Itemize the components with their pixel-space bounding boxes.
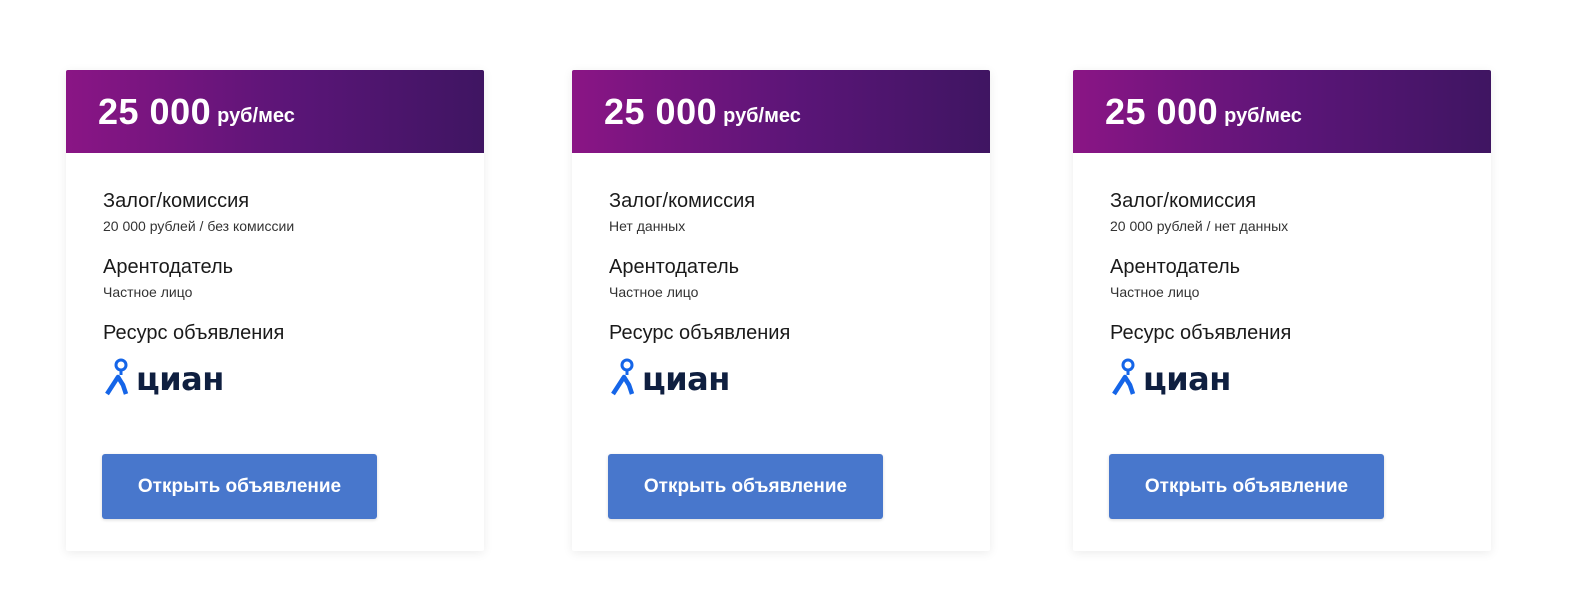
source-label: Ресурс объявления [609, 322, 791, 344]
deposit-label: Залог/комиссия [1110, 190, 1257, 212]
deposit-field: Залог/комиссия 20 000 рублей / без комис… [103, 189, 484, 235]
landlord-label: Арентодатель [1110, 256, 1241, 278]
cian-logo-icon [105, 358, 129, 396]
source-label: Ресурс объявления [103, 322, 285, 344]
landlord-field: Арентодатель Частное лицо [609, 255, 990, 301]
price-header: 25 000 руб/мес [1073, 70, 1491, 153]
source-label: Ресурс объявления [1110, 322, 1292, 344]
price-unit: руб/мес [723, 105, 801, 127]
cian-logo-text: циан [642, 360, 730, 398]
open-listing-button[interactable]: Открыть объявление [1109, 454, 1384, 519]
landlord-label: Арентодатель [609, 256, 740, 278]
landlord-value: Частное лицо [609, 284, 699, 300]
landlord-value: Частное лицо [103, 284, 193, 300]
listing-card: 25 000 руб/мес Залог/комиссия 20 000 руб… [66, 70, 484, 551]
price-header: 25 000 руб/мес [572, 70, 990, 153]
source-field: Ресурс объявления циан [103, 321, 484, 399]
price-header: 25 000 руб/мес [66, 70, 484, 153]
landlord-field: Арентодатель Частное лицо [103, 255, 484, 301]
landlord-value: Частное лицо [1110, 284, 1200, 300]
deposit-value: 20 000 рублей / без комиссии [103, 218, 295, 234]
deposit-field: Залог/комиссия Нет данных [609, 189, 990, 235]
deposit-label: Залог/комиссия [609, 190, 756, 212]
open-listing-button[interactable]: Открыть объявление [608, 454, 883, 519]
cian-logo-text: циан [136, 360, 224, 398]
cian-logo-icon [611, 358, 635, 396]
price-unit: руб/мес [217, 105, 295, 127]
cian-logo: циан [103, 355, 484, 399]
deposit-value: 20 000 рублей / нет данных [1110, 218, 1289, 234]
card-details: Залог/комиссия Нет данных Арентодатель Ч… [572, 153, 990, 399]
cian-logo-text: циан [1143, 360, 1231, 398]
listing-card: 25 000 руб/мес Залог/комиссия Нет данных… [572, 70, 990, 551]
source-field: Ресурс объявления циан [1110, 321, 1491, 399]
price-amount: 25 000 [1105, 90, 1219, 132]
landlord-field: Арентодатель Частное лицо [1110, 255, 1491, 301]
source-field: Ресурс объявления циан [609, 321, 990, 399]
price-amount: 25 000 [604, 90, 718, 132]
card-details: Залог/комиссия 20 000 рублей / нет данны… [1073, 153, 1491, 399]
cian-logo: циан [1110, 355, 1491, 399]
listing-card: 25 000 руб/мес Залог/комиссия 20 000 руб… [1073, 70, 1491, 551]
deposit-label: Залог/комиссия [103, 190, 250, 212]
deposit-value: Нет данных [609, 218, 686, 234]
price-unit: руб/мес [1224, 105, 1302, 127]
price-amount: 25 000 [98, 90, 212, 132]
cian-logo: циан [609, 355, 990, 399]
deposit-field: Залог/комиссия 20 000 рублей / нет данны… [1110, 189, 1491, 235]
landlord-label: Арентодатель [103, 256, 234, 278]
open-listing-button[interactable]: Открыть объявление [102, 454, 377, 519]
cian-logo-icon [1112, 358, 1136, 396]
card-details: Залог/комиссия 20 000 рублей / без комис… [66, 153, 484, 399]
